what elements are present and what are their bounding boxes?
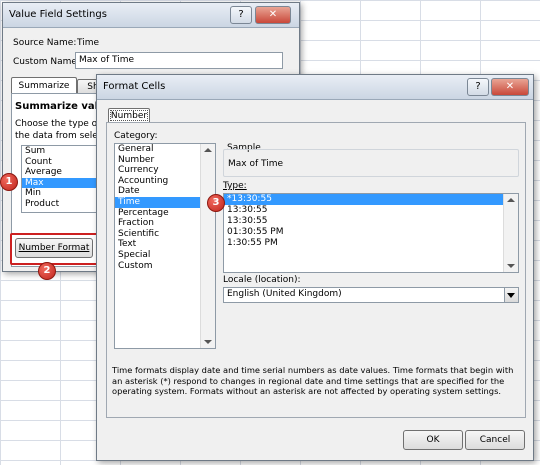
help-button[interactable]: ? — [230, 6, 252, 24]
callout-number: 1 — [5, 176, 13, 187]
help-icon: ? — [238, 9, 244, 20]
type-list[interactable]: *13:30:55 13:30:55 13:30:55 01:30:55 PM … — [223, 193, 519, 273]
close-button[interactable]: ✕ — [491, 78, 529, 96]
summarize-description-line2: the data from sele — [15, 131, 98, 141]
close-icon: ✕ — [268, 9, 278, 20]
format-description: Time formats display date and time seria… — [112, 365, 514, 396]
scroll-down-icon[interactable] — [204, 340, 212, 344]
type-item[interactable]: 13:30:55 — [224, 216, 518, 227]
dialog-title: Value Field Settings — [9, 9, 107, 20]
function-item[interactable]: Product — [22, 199, 102, 210]
function-item[interactable]: Min — [22, 188, 102, 199]
function-item[interactable]: Count — [22, 157, 102, 168]
source-name-value: Time — [77, 38, 100, 48]
scroll-up-icon[interactable] — [204, 148, 212, 152]
scroll-up-icon[interactable] — [507, 198, 515, 202]
cancel-button[interactable]: Cancel — [465, 430, 525, 450]
type-item[interactable]: 01:30:55 PM — [224, 227, 518, 238]
value-field-title-bar[interactable]: Value Field Settings ? ✕ — [3, 3, 299, 28]
chevron-down-icon — [507, 293, 515, 298]
type-item[interactable]: 13:30:55 — [224, 205, 518, 216]
dialog-title: Format Cells — [103, 81, 166, 92]
category-scrollbar[interactable] — [200, 144, 215, 348]
summarize-function-list[interactable]: Sum Count Average Max Min Product — [21, 145, 102, 213]
callout-number: 3 — [212, 197, 220, 208]
scroll-down-icon[interactable] — [507, 264, 515, 268]
tab-summarize-by[interactable]: Summarize by — [11, 77, 77, 107]
source-name-label: Source Name: — [13, 38, 77, 48]
callout-badge-2: 2 — [38, 262, 56, 280]
sample-box: Max of Time — [223, 149, 519, 177]
summarize-heading: Summarize valu — [15, 101, 106, 112]
help-icon: ? — [475, 81, 481, 92]
category-item-selected[interactable]: Time — [115, 196, 201, 208]
summarize-description-line1: Choose the type o — [15, 119, 98, 129]
number-format-label: Number Format — [18, 243, 90, 253]
format-cells-dialog: Format Cells ? ✕ Number Category: Genera… — [96, 74, 534, 461]
category-list[interactable]: General Number Currency Accounting Date … — [114, 143, 216, 349]
function-item[interactable]: Average — [22, 167, 102, 178]
callout-badge-3: 3 — [207, 194, 225, 212]
format-cells-title-bar[interactable]: Format Cells ? ✕ — [97, 75, 533, 100]
callout-number: 2 — [43, 265, 51, 276]
tab-number[interactable]: Number — [108, 108, 150, 123]
ok-label: OK — [426, 435, 440, 445]
locale-value: English (United Kingdom) — [227, 289, 342, 299]
ok-button[interactable]: OK — [403, 430, 463, 450]
type-label: Type: — [223, 181, 247, 191]
close-icon: ✕ — [505, 81, 515, 92]
function-item[interactable]: Sum — [22, 146, 102, 157]
type-scrollbar[interactable] — [503, 194, 518, 272]
locale-dropdown[interactable]: English (United Kingdom) — [223, 287, 519, 303]
close-button[interactable]: ✕ — [255, 6, 291, 24]
category-label: Category: — [114, 131, 158, 141]
number-format-button[interactable]: Number Format — [15, 238, 93, 258]
type-item[interactable]: 1:30:55 PM — [224, 238, 518, 249]
locale-label: Locale (location): — [223, 275, 301, 285]
custom-name-label: Custom Name: — [13, 57, 80, 67]
sample-value: Max of Time — [228, 159, 284, 169]
custom-name-input[interactable]: Max of Time — [75, 52, 283, 69]
custom-name-value: Max of Time — [79, 55, 135, 65]
callout-badge-1: 1 — [0, 173, 18, 191]
type-item-selected[interactable]: *13:30:55 — [224, 194, 504, 205]
function-item-selected[interactable]: Max — [22, 177, 102, 189]
cancel-label: Cancel — [479, 435, 511, 445]
help-button[interactable]: ? — [467, 78, 489, 96]
dropdown-button[interactable] — [504, 288, 518, 302]
tab-number-label: Number — [110, 111, 148, 121]
